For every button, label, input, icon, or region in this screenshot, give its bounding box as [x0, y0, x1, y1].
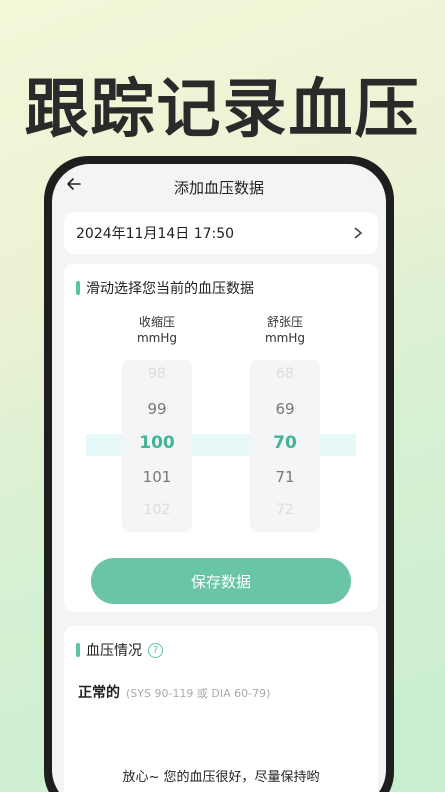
systolic-unit: mmHg — [136, 331, 178, 345]
section-accent-bar — [76, 643, 80, 657]
status-row: 正常的 (SYS 90-119 或 DIA 60-79) — [78, 682, 270, 702]
diastolic-option[interactable]: 71 — [250, 468, 320, 486]
datetime-value: 2024年11月14日 17:50 — [76, 226, 235, 242]
app-screen: 添加血压数据 2024年11月14日 17:50 滑动选择您当前的血压数据 收缩… — [52, 164, 386, 792]
diastolic-option[interactable]: 68 — [250, 366, 320, 382]
phone-frame: 添加血压数据 2024年11月14日 17:50 滑动选择您当前的血压数据 收缩… — [44, 156, 394, 792]
page-title: 添加血压数据 — [173, 178, 264, 197]
diastolic-header: 舒张压 mmHg — [250, 314, 320, 346]
top-bar: 添加血压数据 — [52, 164, 386, 210]
systolic-option[interactable]: 99 — [122, 400, 192, 418]
promo-headline: 跟踪记录血压 — [24, 73, 421, 147]
diastolic-label: 舒张压 — [266, 315, 303, 329]
status-section-title: 血压情况 — [86, 643, 142, 659]
picker-section-title: 滑动选择您当前的血压数据 — [86, 281, 254, 297]
arrow-left-icon — [67, 178, 81, 190]
section-accent-bar — [76, 281, 80, 295]
status-label: 正常的 — [78, 685, 120, 701]
question-circle-icon[interactable]: ? — [148, 642, 163, 658]
systolic-option[interactable]: 101 — [122, 468, 192, 486]
systolic-option[interactable]: 102 — [122, 502, 192, 518]
diastolic-selected[interactable]: 70 — [250, 433, 320, 453]
status-section-header: 血压情况 ? — [76, 640, 163, 660]
save-button[interactable]: 保存数据 — [91, 558, 351, 604]
status-message: 放心~ 您的血压很好，尽量保持哟 — [122, 770, 320, 785]
diastolic-option[interactable]: 72 — [250, 502, 320, 518]
datetime-selector[interactable]: 2024年11月14日 17:50 — [64, 212, 378, 254]
systolic-header: 收缩压 mmHg — [122, 314, 192, 346]
chevron-right-icon — [350, 225, 366, 241]
status-range: (SYS 90-119 或 DIA 60-79) — [126, 687, 271, 700]
diastolic-option[interactable]: 69 — [250, 400, 320, 418]
bp-status-card: 血压情况 ? 正常的 (SYS 90-119 或 DIA 60-79) 放心~ … — [64, 626, 378, 792]
back-button[interactable] — [62, 172, 86, 196]
systolic-selected[interactable]: 100 — [122, 433, 192, 453]
systolic-option[interactable]: 98 — [122, 366, 192, 382]
bp-picker-card: 滑动选择您当前的血压数据 收缩压 mmHg 舒张压 mmHg 98 99 100… — [64, 264, 378, 612]
picker-section-header: 滑动选择您当前的血压数据 — [76, 278, 254, 298]
diastolic-unit: mmHg — [264, 331, 306, 345]
systolic-label: 收缩压 — [138, 315, 175, 329]
